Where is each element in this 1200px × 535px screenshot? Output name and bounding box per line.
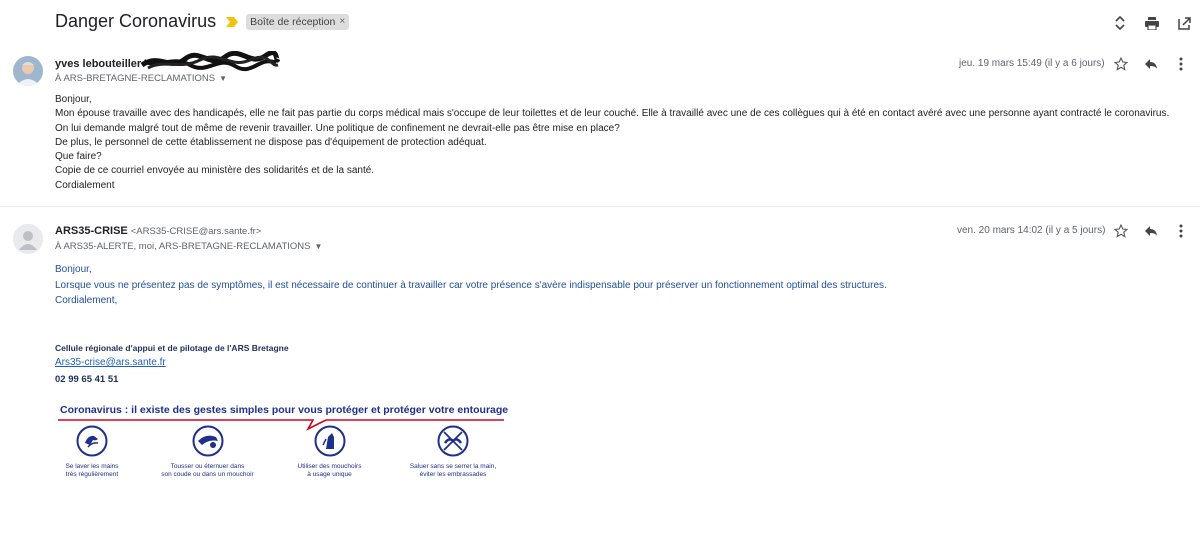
body-line: Bonjour, [55, 264, 92, 275]
recipients-details-icon[interactable]: ▼ [219, 74, 227, 83]
wash-hands-icon [76, 425, 108, 457]
gesture-text-line2: à usage unique [307, 471, 352, 478]
recipients-line: À ARS35-ALERTE, moi, ARS-BRETAGNE-RECLAM… [55, 241, 322, 252]
gesture-cough-elbow: Tousser ou éternuer dans son coude ou da… [150, 425, 265, 479]
sender-avatar[interactable] [13, 56, 43, 86]
reply-icon[interactable] [1143, 56, 1159, 72]
cough-elbow-icon [192, 425, 223, 457]
gesture-text-line1: Se laver les mains [65, 463, 119, 470]
gesture-wash-hands: Se laver les mains très régulièrement [52, 425, 132, 479]
gesture-text-line1: Utiliser des mouchoirs [297, 463, 362, 470]
message-actions [1113, 56, 1189, 72]
more-options-icon[interactable] [1173, 56, 1189, 72]
banner-title: Coronavirus : il existe des gestes simpl… [60, 404, 509, 416]
email-subject: Danger Coronavirus [55, 11, 217, 31]
message-date: jeu. 19 mars 15:49 (il y a 6 jours) [959, 58, 1105, 69]
recipients-details-icon[interactable]: ▼ [315, 242, 323, 251]
gesture-text-line1: Saluer sans se serrer la main, [409, 463, 497, 470]
reply-body: Bonjour, Lorsque vous ne présentez pas d… [55, 262, 887, 309]
gesture-text-line2: éviter les embrassades [419, 471, 487, 478]
sender-name[interactable]: ARS35-CRISE [55, 225, 128, 237]
signature-email-link[interactable]: Ars35-crise@ars.sante.fr [55, 357, 166, 368]
body-line: Bonjour, [55, 94, 92, 105]
signature-phone: 02 99 65 41 51 [55, 374, 119, 385]
sender-name[interactable]: yves lebouteiller [55, 58, 141, 70]
message-date: ven. 20 mars 14:02 (il y a 5 jours) [957, 225, 1106, 236]
thread-actions [1112, 15, 1192, 31]
recipients-text: À ARS35-ALERTE, moi, ARS-BRETAGNE-RECLAM… [55, 241, 311, 252]
body-line: Cordialement, [55, 295, 118, 306]
gesture-text-line2: son coude ou dans un mouchoir [161, 471, 254, 478]
sender-line: ARS35-CRISE <ARS35-CRISE@ars.sante.fr> [55, 225, 261, 237]
body-line: Que faire? [55, 151, 102, 163]
body-line: Lorsque vous ne présentez pas de symptôm… [55, 279, 887, 291]
expand-all-icon[interactable] [1112, 15, 1128, 31]
gesture-text-line1: Tousser ou éternuer dans [170, 463, 245, 470]
reply-icon[interactable] [1143, 223, 1159, 239]
star-icon[interactable] [1113, 223, 1129, 239]
label-chip-text: Boîte de réception [250, 15, 336, 28]
recipients-text: À ARS-BRETAGNE-RECLAMATIONS [55, 73, 216, 84]
tissues-icon [314, 425, 345, 457]
body-line: On lui demande malgré tout de même de re… [55, 122, 620, 134]
sender-avatar-placeholder[interactable] [13, 224, 43, 254]
gesture-text-line2: très régulièrement [65, 471, 119, 478]
message-body: Bonjour, Mon épouse travaille avec des h… [55, 93, 1169, 193]
importance-marker-icon[interactable] [226, 16, 239, 27]
label-chip-inbox[interactable]: Boîte de réception × [246, 13, 350, 30]
sender-email: <ARS35-CRISE@ars.sante.fr> [130, 226, 262, 237]
body-line: Cordialement [55, 179, 115, 191]
no-handshake-icon [437, 425, 469, 457]
more-options-icon[interactable] [1173, 223, 1189, 239]
message-divider [0, 206, 1200, 207]
redaction-scribble [140, 51, 280, 72]
gesture-tissues: Utiliser des mouchoirs à usage unique [282, 425, 377, 479]
gesture-no-handshake: Saluer sans se serrer la main, éviter le… [398, 425, 508, 479]
body-line: Copie de ce courriel envoyée au ministèr… [55, 165, 375, 177]
open-new-window-icon[interactable] [1176, 15, 1192, 31]
message-actions [1113, 223, 1189, 239]
signature-title: Cellule régionale d'appui et de pilotage… [55, 343, 289, 353]
subject-bar: Danger Coronavirus Boîte de réception × [55, 11, 350, 32]
remove-label-icon[interactable]: × [339, 16, 345, 27]
star-icon[interactable] [1113, 56, 1129, 72]
body-line: Mon épouse travaille avec des handicapés… [55, 108, 1170, 120]
print-icon[interactable] [1144, 15, 1160, 31]
body-line: De plus, le personnel de cette établisse… [55, 136, 487, 148]
recipients-line: À ARS-BRETAGNE-RECLAMATIONS ▼ [55, 73, 227, 84]
